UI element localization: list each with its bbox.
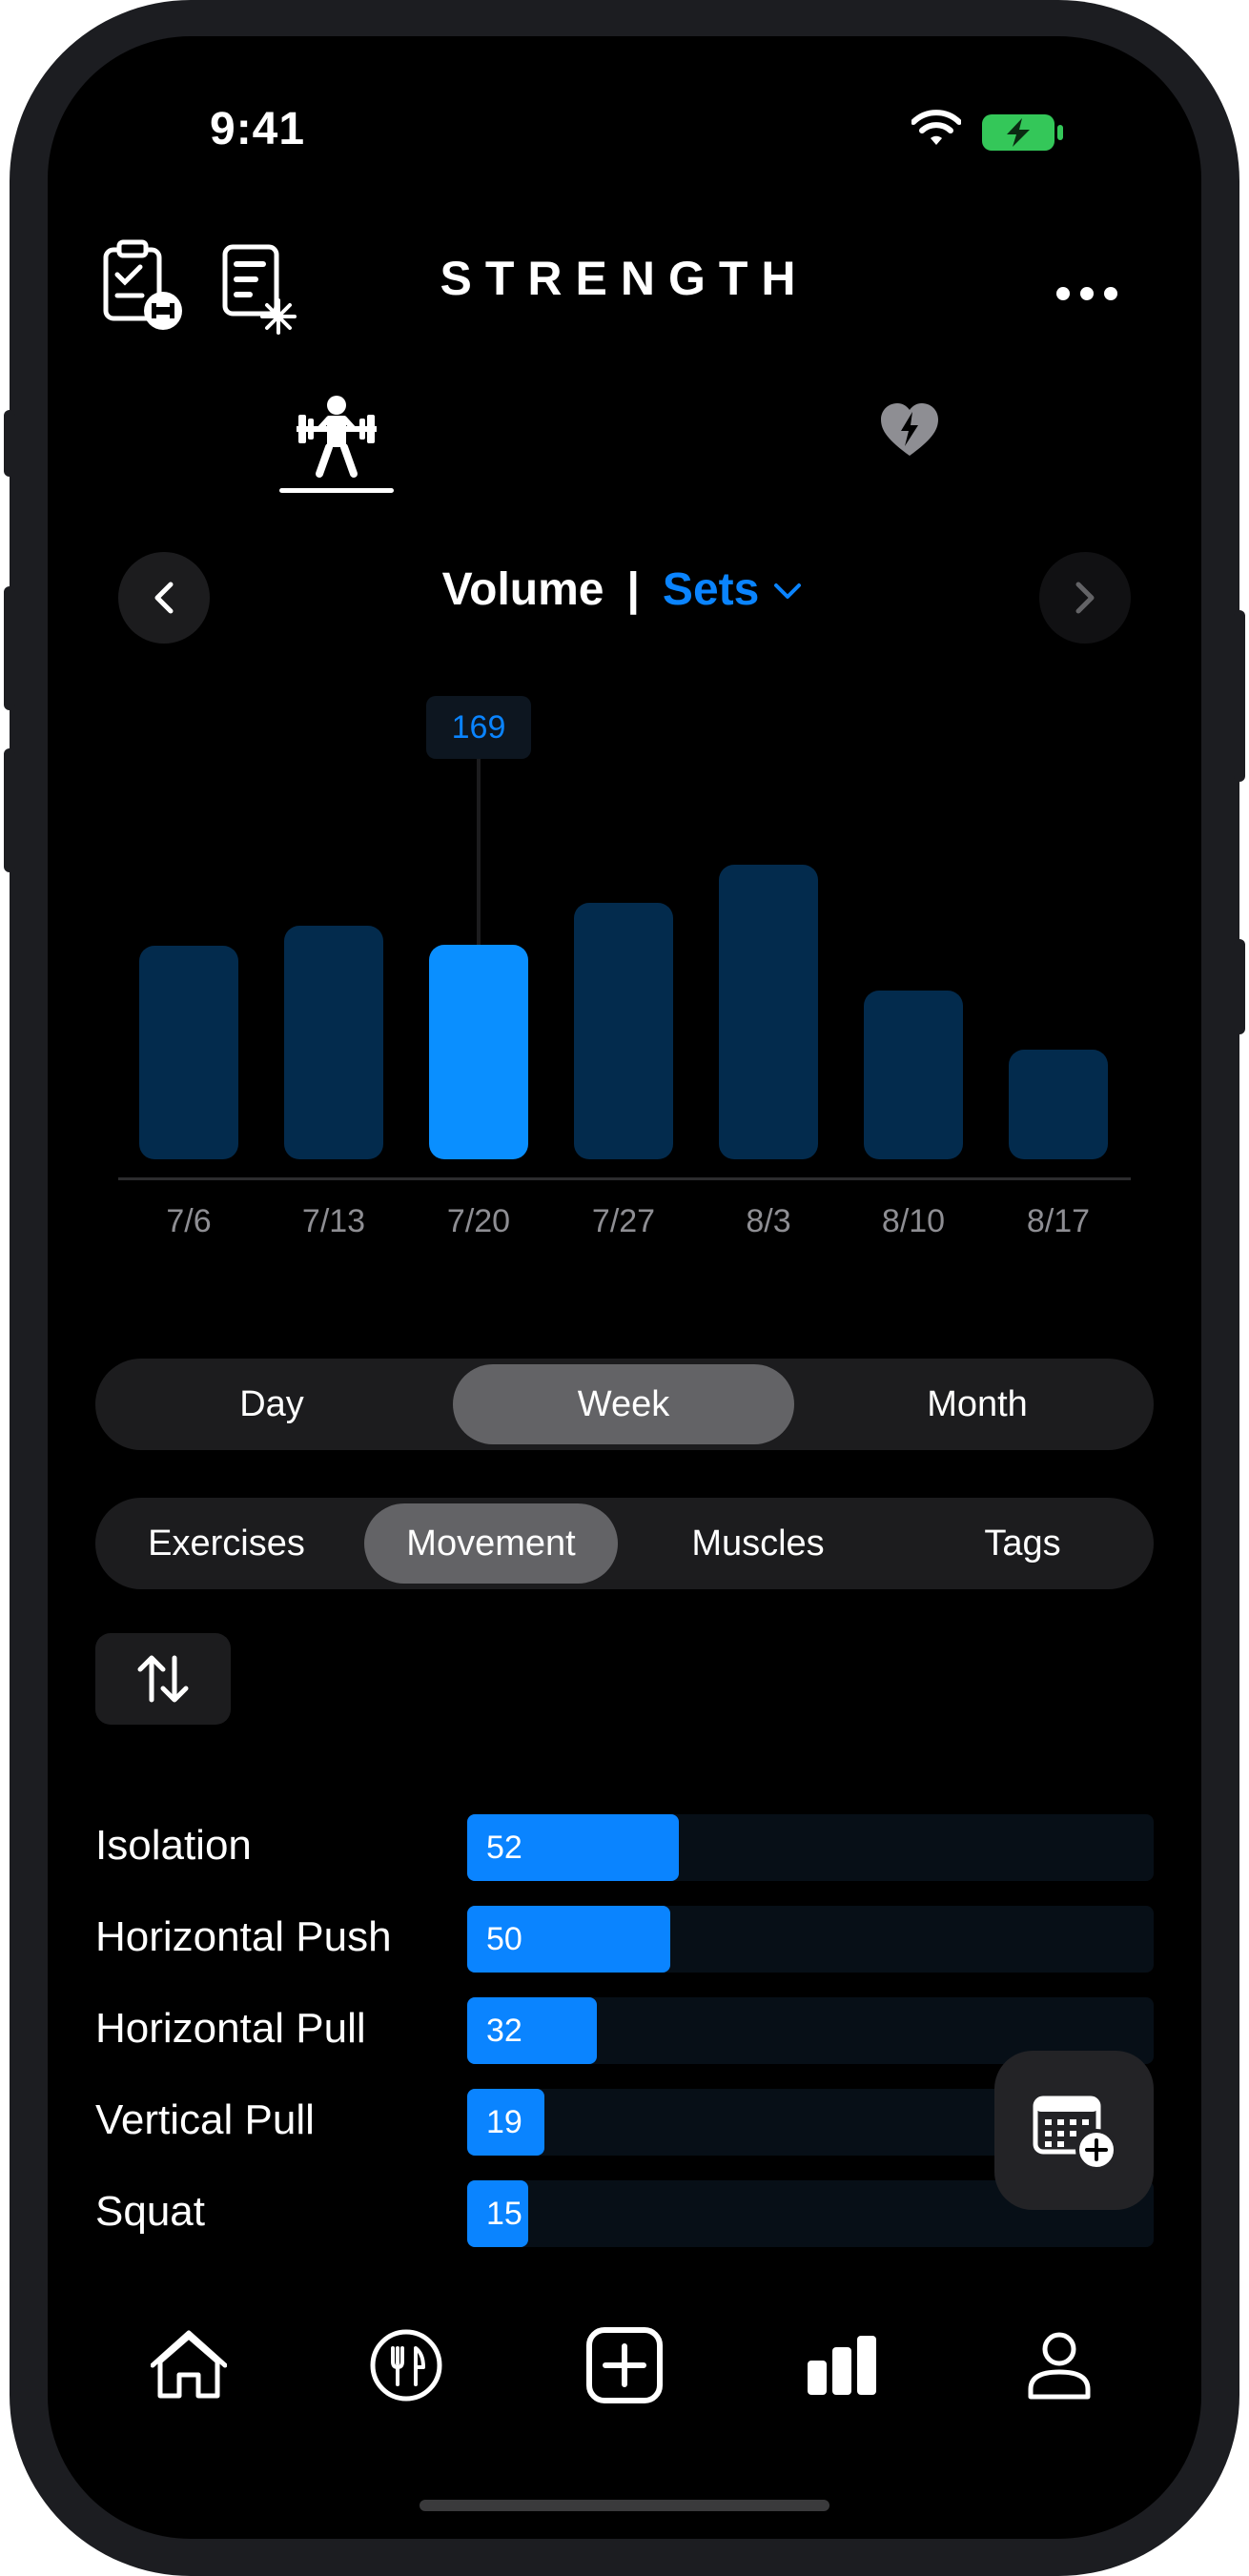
movement-bar-fill xyxy=(467,2180,528,2247)
charging-bolt-icon xyxy=(1007,118,1030,147)
movement-bar-track[interactable]: 50 xyxy=(467,1906,1154,1973)
chart-bar[interactable] xyxy=(284,926,383,1159)
chart-bar[interactable] xyxy=(864,991,963,1159)
fork-knife-icon xyxy=(370,2329,442,2402)
chart-bar[interactable] xyxy=(1009,1050,1108,1159)
movement-bar-track[interactable]: 52 xyxy=(467,1814,1154,1881)
movement-label: Horizontal Push xyxy=(95,1913,392,1960)
wifi-icon xyxy=(911,110,961,145)
movement-bar-fill xyxy=(467,1997,597,2064)
x-axis-label: 7/27 xyxy=(591,1203,656,1239)
metric-sets-label: Sets xyxy=(662,564,760,615)
x-axis-label: 8/10 xyxy=(881,1203,946,1239)
sort-button[interactable] xyxy=(95,1633,231,1725)
chart-bar[interactable] xyxy=(719,865,818,1159)
x-axis-label: 8/17 xyxy=(1026,1203,1091,1239)
volume-up-button xyxy=(4,586,15,710)
group-movement[interactable]: Movement xyxy=(364,1503,618,1584)
home-indicator xyxy=(420,2500,829,2511)
x-axis-label: 7/20 xyxy=(446,1203,511,1239)
x-axis-label: 7/13 xyxy=(301,1203,366,1239)
movement-bar-fill xyxy=(467,1814,679,1881)
tab-strength[interactable] xyxy=(291,394,382,480)
weightlifter-icon xyxy=(297,396,377,478)
nav-stats[interactable] xyxy=(799,2322,885,2408)
nav-nutrition[interactable] xyxy=(363,2322,449,2408)
home-icon xyxy=(151,2330,227,2399)
x-axis-label: 7/6 xyxy=(166,1203,212,1239)
nav-home[interactable] xyxy=(146,2322,232,2408)
volume-down-button xyxy=(4,748,15,872)
chart-bar[interactable] xyxy=(574,903,673,1159)
metric-sets-dropdown[interactable]: Sets xyxy=(663,563,807,616)
next-period-button[interactable] xyxy=(1039,552,1131,644)
movement-label: Isolation xyxy=(95,1822,252,1869)
period-selector: Day Week Month xyxy=(95,1359,1154,1450)
more-button[interactable] xyxy=(1054,284,1120,303)
movement-label: Squat xyxy=(95,2188,205,2235)
selected-value-tooltip: 169 xyxy=(426,696,531,759)
battery-icon xyxy=(982,114,1054,151)
metric-volume[interactable]: Volume xyxy=(442,563,604,616)
group-tags[interactable]: Tags xyxy=(891,1503,1154,1584)
chevron-down-icon xyxy=(774,583,802,599)
page-title: STRENGTH xyxy=(440,252,809,305)
calendar-add-icon xyxy=(1033,2096,1117,2171)
grouping-selector: Exercises Movement Muscles Tags xyxy=(95,1498,1154,1589)
nav-profile[interactable] xyxy=(1016,2322,1102,2408)
movement-breakdown: Isolation 52 Horizontal Push 50 Horizontal P… xyxy=(48,36,1201,2324)
schedule-workout-button[interactable] xyxy=(994,2051,1154,2210)
active-tab-indicator xyxy=(279,488,394,493)
screen: 9:41 STRENGTH Volume | Sets 7/6 7/13 7/2… xyxy=(48,36,1201,2539)
chart-bar[interactable] xyxy=(429,945,528,1159)
movement-value: 52 xyxy=(486,1830,522,1866)
camera-control-button xyxy=(1234,939,1245,1034)
more-icon xyxy=(1056,287,1117,300)
person-icon xyxy=(1028,2332,1091,2400)
plus-square-icon xyxy=(586,2327,663,2403)
metric-separator: | xyxy=(626,564,640,615)
selection-line xyxy=(477,757,481,945)
movement-value: 50 xyxy=(486,1921,522,1957)
chart-bar[interactable] xyxy=(139,946,238,1159)
movement-value: 32 xyxy=(486,2013,522,2049)
power-button xyxy=(1234,610,1245,782)
tab-cardio[interactable] xyxy=(879,400,940,461)
nav-add[interactable] xyxy=(582,2322,667,2408)
movement-bar-fill xyxy=(467,2089,544,2156)
group-muscles[interactable]: Muscles xyxy=(624,1503,891,1584)
heart-bolt-icon xyxy=(881,403,938,456)
status-time: 9:41 xyxy=(210,104,306,154)
movement-label: Vertical Pull xyxy=(95,2096,315,2143)
period-month[interactable]: Month xyxy=(801,1364,1154,1444)
movement-value: 19 xyxy=(486,2104,522,2140)
weekly-sets-chart: 7/6 7/13 7/20 169 7/27 8/3 8/10 8/17 xyxy=(48,36,1201,1276)
chart-baseline xyxy=(118,1177,1131,1180)
x-axis-label: 8/3 xyxy=(746,1203,791,1239)
metric-selector: Volume | Sets xyxy=(48,563,1201,616)
movement-label: Horizontal Pull xyxy=(95,2005,366,2052)
period-week[interactable]: Week xyxy=(453,1364,794,1444)
chevron-right-icon xyxy=(1075,582,1095,614)
movement-value: 15 xyxy=(486,2196,522,2232)
period-day[interactable]: Day xyxy=(95,1364,448,1444)
battery-cap xyxy=(1057,125,1063,140)
group-exercises[interactable]: Exercises xyxy=(95,1503,358,1584)
movement-bar-fill xyxy=(467,1906,670,1973)
bar-chart-icon xyxy=(808,2336,876,2395)
sort-arrows-icon xyxy=(137,1655,189,1703)
action-button xyxy=(4,410,15,477)
